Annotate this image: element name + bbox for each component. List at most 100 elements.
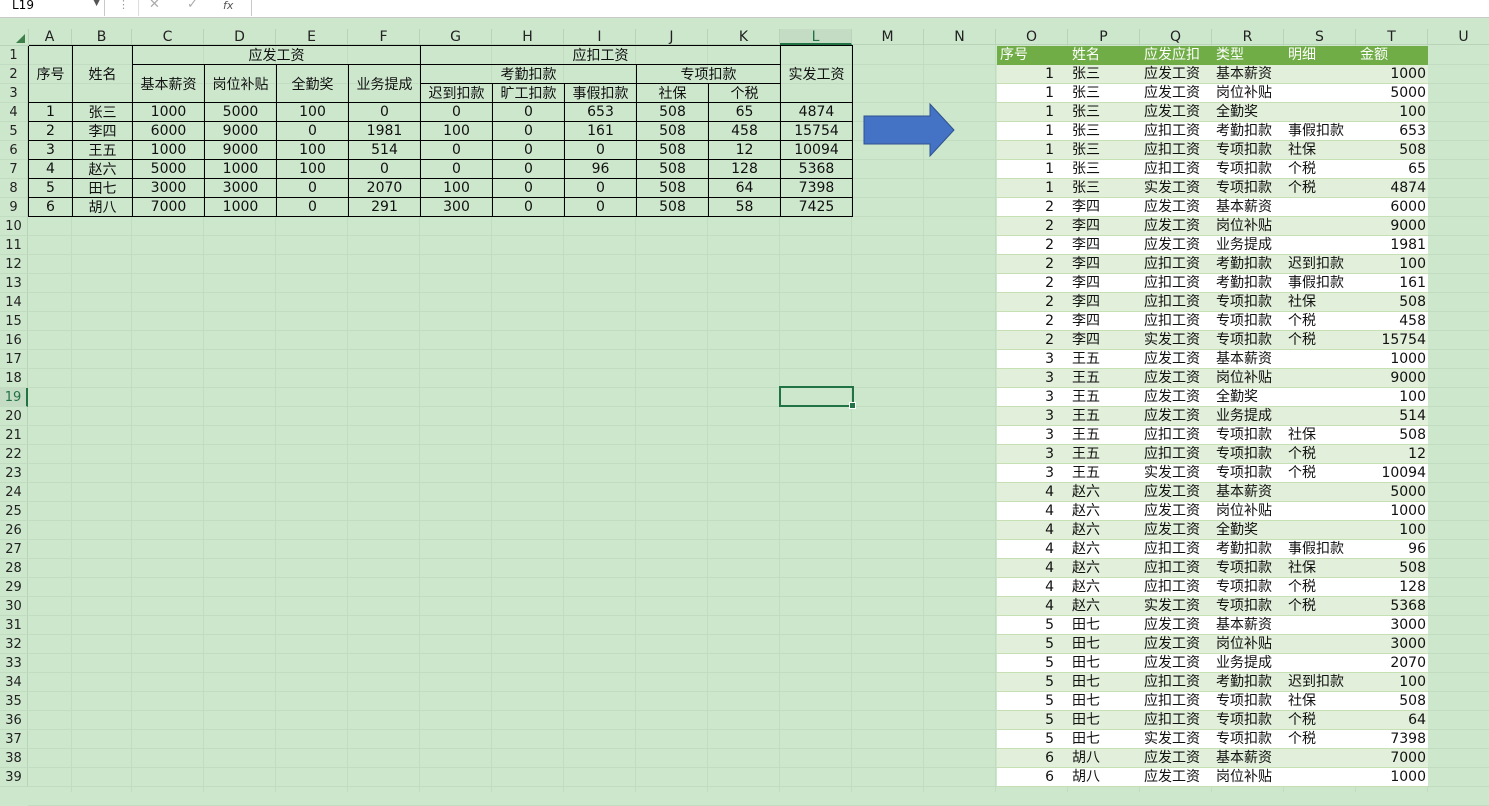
output-cell[interactable]: 基本薪资 bbox=[1216, 65, 1272, 83]
output-cell[interactable]: 专项扣款 bbox=[1216, 711, 1272, 729]
header-serial[interactable]: 序号 bbox=[28, 45, 73, 103]
output-cell[interactable]: 个税 bbox=[1288, 331, 1316, 349]
output-cell[interactable]: 王五 bbox=[1072, 464, 1100, 482]
output-cell[interactable]: 2070 bbox=[1390, 654, 1426, 672]
output-cell[interactable]: 100 bbox=[1399, 103, 1426, 121]
output-cell[interactable]: 应发工资 bbox=[1144, 103, 1200, 121]
source-cell[interactable]: 161 bbox=[564, 121, 637, 141]
output-cell[interactable]: 李四 bbox=[1072, 293, 1100, 311]
output-cell[interactable]: 1000 bbox=[1390, 65, 1426, 83]
output-cell[interactable]: 社保 bbox=[1288, 141, 1316, 159]
output-cell[interactable]: 基本薪资 bbox=[1216, 616, 1272, 634]
column-header-P[interactable]: P bbox=[1068, 29, 1140, 45]
sub-header[interactable]: 个税 bbox=[708, 83, 781, 103]
column-header-R[interactable]: R bbox=[1212, 29, 1284, 45]
source-cell[interactable]: 李四 bbox=[72, 121, 133, 141]
insert-function-icon[interactable]: fx bbox=[223, 0, 233, 12]
source-cell[interactable]: 1 bbox=[28, 102, 73, 122]
source-cell[interactable]: 4874 bbox=[780, 102, 853, 122]
source-cell[interactable]: 5000 bbox=[132, 159, 205, 179]
output-cell[interactable]: 王五 bbox=[1072, 426, 1100, 444]
output-header-0[interactable]: 序号 bbox=[997, 46, 1069, 65]
sub-header[interactable]: 旷工扣款 bbox=[492, 83, 565, 103]
formula-input[interactable] bbox=[252, 0, 1489, 16]
output-cell[interactable]: 508 bbox=[1399, 426, 1426, 444]
output-row[interactable]: 5 田七 应发工资 岗位补贴 3000 bbox=[997, 635, 1428, 654]
output-cell[interactable]: 2 bbox=[1045, 217, 1054, 235]
output-cell[interactable]: 张三 bbox=[1072, 179, 1100, 197]
output-cell[interactable]: 李四 bbox=[1072, 198, 1100, 216]
output-cell[interactable]: 迟到扣款 bbox=[1288, 673, 1344, 691]
output-cell[interactable]: 应扣工资 bbox=[1144, 673, 1200, 691]
column-header-J[interactable]: J bbox=[636, 29, 708, 45]
output-cell[interactable]: 64 bbox=[1408, 711, 1426, 729]
source-cell[interactable]: 0 bbox=[348, 159, 421, 179]
output-cell[interactable]: 社保 bbox=[1288, 692, 1316, 710]
source-cell[interactable]: 张三 bbox=[72, 102, 133, 122]
row-header-14[interactable]: 14 bbox=[0, 293, 28, 312]
output-cell[interactable]: 1000 bbox=[1390, 502, 1426, 520]
group-special[interactable]: 专项扣款 bbox=[636, 64, 781, 84]
row-header-31[interactable]: 31 bbox=[0, 616, 28, 635]
output-cell[interactable]: 5 bbox=[1045, 692, 1054, 710]
row-header-8[interactable]: 8 bbox=[0, 179, 28, 198]
output-row[interactable]: 5 田七 实发工资 专项扣款 个税 7398 bbox=[997, 730, 1428, 749]
output-row[interactable]: 3 王五 实发工资 专项扣款 个税 10094 bbox=[997, 464, 1428, 483]
row-header-36[interactable]: 36 bbox=[0, 711, 28, 730]
header-net-pay[interactable]: 实发工资 bbox=[780, 45, 853, 103]
output-cell[interactable]: 2 bbox=[1045, 331, 1054, 349]
output-cell[interactable]: 5000 bbox=[1390, 483, 1426, 501]
output-cell[interactable]: 2 bbox=[1045, 274, 1054, 292]
output-cell[interactable]: 个税 bbox=[1288, 445, 1316, 463]
row-header-32[interactable]: 32 bbox=[0, 635, 28, 654]
output-cell[interactable]: 王五 bbox=[1072, 369, 1100, 387]
sub-header[interactable]: 业务提成 bbox=[348, 64, 421, 103]
column-header-S[interactable]: S bbox=[1284, 29, 1356, 45]
column-header-N[interactable]: N bbox=[924, 29, 996, 45]
output-cell[interactable]: 10094 bbox=[1381, 464, 1426, 482]
source-cell[interactable]: 0 bbox=[492, 159, 565, 179]
source-cell[interactable]: 0 bbox=[492, 121, 565, 141]
output-cell[interactable]: 张三 bbox=[1072, 160, 1100, 178]
sub-header[interactable]: 事假扣款 bbox=[564, 83, 637, 103]
output-cell[interactable]: 3 bbox=[1045, 388, 1054, 406]
output-cell[interactable]: 5368 bbox=[1390, 597, 1426, 615]
row-header-11[interactable]: 11 bbox=[0, 236, 28, 255]
output-cell[interactable]: 100 bbox=[1399, 521, 1426, 539]
header-name[interactable]: 姓名 bbox=[72, 45, 133, 103]
output-cell[interactable]: 5 bbox=[1045, 616, 1054, 634]
output-cell[interactable]: 3 bbox=[1045, 407, 1054, 425]
output-cell[interactable]: 9000 bbox=[1390, 217, 1426, 235]
output-cell[interactable]: 1 bbox=[1045, 65, 1054, 83]
output-cell[interactable]: 赵六 bbox=[1072, 521, 1100, 539]
source-cell[interactable]: 赵六 bbox=[72, 159, 133, 179]
output-cell[interactable]: 张三 bbox=[1072, 122, 1100, 140]
output-cell[interactable]: 个税 bbox=[1288, 711, 1316, 729]
output-cell[interactable]: 胡八 bbox=[1072, 768, 1100, 786]
source-cell[interactable]: 0 bbox=[420, 140, 493, 160]
row-header-5[interactable]: 5 bbox=[0, 122, 28, 141]
output-cell[interactable]: 李四 bbox=[1072, 236, 1100, 254]
row-header-6[interactable]: 6 bbox=[0, 141, 28, 160]
output-cell[interactable]: 应发工资 bbox=[1144, 502, 1200, 520]
output-cell[interactable]: 5 bbox=[1045, 654, 1054, 672]
output-cell[interactable]: 田七 bbox=[1072, 635, 1100, 653]
source-cell[interactable]: 5368 bbox=[780, 159, 853, 179]
output-row[interactable]: 1 张三 应发工资 全勤奖 100 bbox=[997, 103, 1428, 122]
source-cell[interactable]: 0 bbox=[492, 197, 565, 217]
output-cell[interactable]: 6000 bbox=[1390, 198, 1426, 216]
output-cell[interactable]: 李四 bbox=[1072, 274, 1100, 292]
source-cell[interactable]: 0 bbox=[492, 178, 565, 198]
output-cell[interactable]: 应发工资 bbox=[1144, 198, 1200, 216]
output-header-3[interactable]: 类型 bbox=[1213, 46, 1285, 65]
output-row[interactable]: 5 田七 应发工资 基本薪资 3000 bbox=[997, 616, 1428, 635]
cancel-icon[interactable]: ✕ bbox=[149, 0, 160, 12]
output-cell[interactable]: 3 bbox=[1045, 369, 1054, 387]
output-cell[interactable]: 2 bbox=[1045, 312, 1054, 330]
output-cell[interactable]: 业务提成 bbox=[1216, 654, 1272, 672]
source-cell[interactable]: 508 bbox=[636, 197, 709, 217]
output-cell[interactable]: 王五 bbox=[1072, 407, 1100, 425]
output-cell[interactable]: 应发工资 bbox=[1144, 768, 1200, 786]
output-header-5[interactable]: 金额 bbox=[1357, 46, 1428, 65]
output-cell[interactable]: 3 bbox=[1045, 426, 1054, 444]
